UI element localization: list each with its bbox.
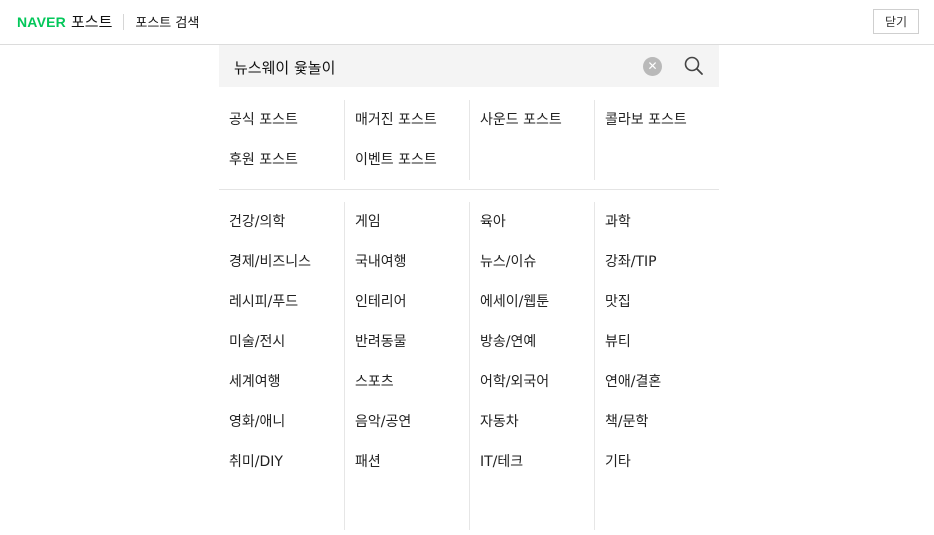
search-bar: ✕: [219, 45, 719, 87]
topic-item[interactable]: 음악/공연: [344, 402, 469, 442]
topic-item[interactable]: 인테리어: [344, 282, 469, 322]
post-type-collabo[interactable]: 콜라보 포스트: [594, 100, 719, 140]
post-type-sound[interactable]: 사운드 포스트: [469, 100, 594, 140]
header-bar: NAVER 포스트 포스트 검색 닫기: [0, 0, 934, 45]
topic-item[interactable]: 영화/애니: [219, 402, 344, 442]
column-tail: [219, 482, 344, 530]
topic-item[interactable]: 스포츠: [344, 362, 469, 402]
close-button[interactable]: 닫기: [873, 9, 919, 34]
post-type-official[interactable]: 공식 포스트: [219, 100, 344, 140]
topic-item[interactable]: 육아: [469, 202, 594, 242]
page-title: 포스트 검색: [135, 16, 200, 31]
search-icon[interactable]: [683, 55, 705, 77]
naver-logo[interactable]: NAVER: [17, 14, 66, 30]
topic-item[interactable]: 건강/의학: [219, 202, 344, 242]
post-type-grid: 공식 포스트 매거진 포스트 사운드 포스트 콜라보 포스트 후원 포스트 이벤…: [219, 100, 719, 180]
topic-item[interactable]: 자동차: [469, 402, 594, 442]
topic-item[interactable]: 패션: [344, 442, 469, 482]
topic-item[interactable]: 뷰티: [594, 322, 719, 362]
post-type-magazine[interactable]: 매거진 포스트: [344, 100, 469, 140]
topic-item[interactable]: 뉴스/이슈: [469, 242, 594, 282]
topic-item[interactable]: 책/문학: [594, 402, 719, 442]
empty-cell: [469, 140, 594, 180]
topic-item[interactable]: 게임: [344, 202, 469, 242]
topic-item[interactable]: 에세이/웹툰: [469, 282, 594, 322]
post-service-name[interactable]: 포스트: [71, 11, 112, 32]
topic-grid: 건강/의학 게임 육아 과학 경제/비즈니스 국내여행 뉴스/이슈 강좌/TIP…: [219, 202, 719, 530]
topic-item[interactable]: 경제/비즈니스: [219, 242, 344, 282]
post-type-event[interactable]: 이벤트 포스트: [344, 140, 469, 180]
topic-item[interactable]: 방송/연예: [469, 322, 594, 362]
column-tail: [344, 482, 469, 530]
topic-item[interactable]: 연애/결혼: [594, 362, 719, 402]
topic-item[interactable]: 강좌/TIP: [594, 242, 719, 282]
topic-item[interactable]: IT/테크: [469, 442, 594, 482]
search-input[interactable]: [234, 56, 634, 78]
column-tail: [469, 482, 594, 530]
topic-item[interactable]: 세계여행: [219, 362, 344, 402]
clear-icon[interactable]: ✕: [643, 57, 662, 76]
topic-item[interactable]: 기타: [594, 442, 719, 482]
topic-item[interactable]: 취미/DIY: [219, 442, 344, 482]
topic-item[interactable]: 반려동물: [344, 322, 469, 362]
column-tail: [594, 482, 719, 530]
empty-cell: [594, 140, 719, 180]
topic-item[interactable]: 맛집: [594, 282, 719, 322]
section-divider: [219, 189, 719, 190]
topic-item[interactable]: 어학/외국어: [469, 362, 594, 402]
topic-item[interactable]: 레시피/푸드: [219, 282, 344, 322]
topic-item[interactable]: 과학: [594, 202, 719, 242]
category-panel: 공식 포스트 매거진 포스트 사운드 포스트 콜라보 포스트 후원 포스트 이벤…: [219, 100, 719, 530]
header-divider: [123, 13, 125, 30]
post-type-sponsor[interactable]: 후원 포스트: [219, 140, 344, 180]
topic-item[interactable]: 국내여행: [344, 242, 469, 282]
brand-logo[interactable]: NAVER 포스트 포스트 검색: [17, 11, 199, 32]
topic-item[interactable]: 미술/전시: [219, 322, 344, 362]
